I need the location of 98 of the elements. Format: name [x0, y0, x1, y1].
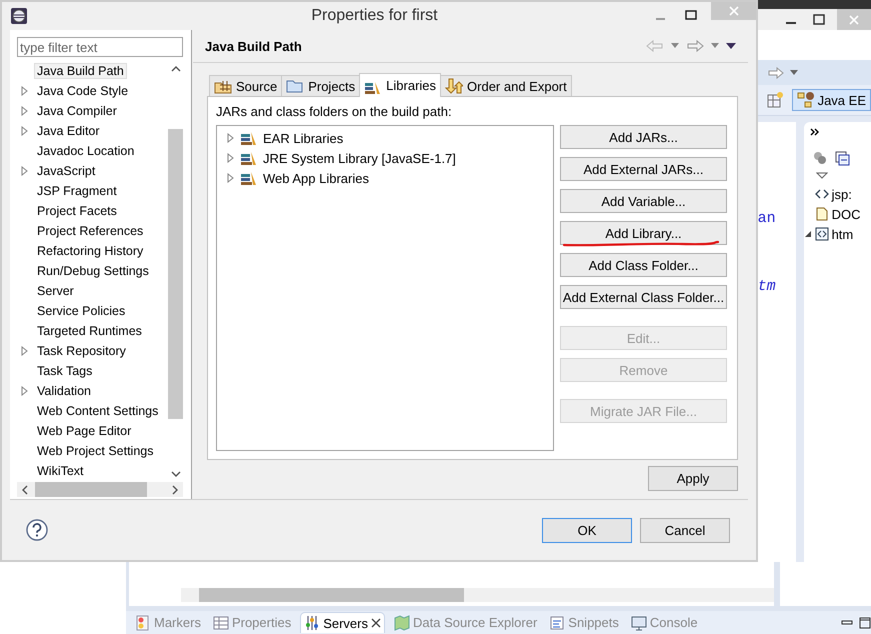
view-icon [394, 614, 410, 630]
view-tab[interactable]: Servers [300, 612, 385, 633]
tree-item[interactable]: Run/Debug Settings [34, 263, 152, 279]
tree-item[interactable]: Targeted Runtimes [34, 323, 145, 339]
tree-item[interactable]: Java Compiler [34, 103, 120, 119]
filter-icon[interactable] [812, 150, 828, 166]
scroll-up-icon[interactable] [170, 65, 180, 73]
tab-icon [286, 78, 304, 94]
action-button[interactable]: Add Variable... [560, 189, 727, 213]
action-button[interactable]: Add JARs... [560, 125, 727, 149]
expand-icon[interactable] [21, 106, 29, 116]
tree-item[interactable]: Java Build Path [34, 63, 127, 79]
scroll-down-icon[interactable] [170, 470, 180, 478]
action-button[interactable]: Add External Class Folder... [560, 285, 727, 309]
library-item[interactable]: EAR Libraries [263, 130, 344, 146]
tree-item[interactable]: JSP Fragment [34, 183, 120, 199]
menu-icon[interactable] [726, 42, 736, 50]
outline-label: jsp: [832, 186, 852, 202]
element-icon [814, 227, 829, 241]
tree-item[interactable]: Service Policies [34, 303, 128, 319]
ok-button[interactable]: OK [542, 518, 632, 542]
tree-item[interactable]: Web Project Settings [34, 443, 156, 459]
expand-icon[interactable] [21, 86, 29, 96]
dropdown-icon[interactable] [711, 43, 719, 49]
tree-item[interactable]: Refactoring History [34, 243, 146, 259]
document-icon [814, 207, 829, 221]
filter-field[interactable]: type filter text [17, 37, 183, 57]
apply-button[interactable]: Apply [648, 466, 738, 491]
horizontal-scrollbar[interactable] [181, 588, 774, 602]
maximize-icon[interactable] [859, 616, 871, 628]
view-menu-icon[interactable] [816, 172, 828, 180]
tree-item[interactable]: Web Content Settings [34, 403, 162, 419]
scroll-right-icon[interactable] [171, 484, 179, 494]
expand-icon[interactable] [21, 126, 29, 136]
library-icon [240, 131, 258, 145]
maximize-icon[interactable] [813, 14, 825, 26]
view-icon [549, 614, 566, 630]
action-button[interactable]: Add External JARs... [560, 157, 727, 181]
tree-item[interactable]: JavaScript [34, 163, 98, 179]
library-icon [240, 151, 258, 165]
collapse-all-icon[interactable] [834, 150, 850, 166]
scroll-left-icon[interactable] [21, 484, 29, 494]
outline-item[interactable]: htm [804, 224, 871, 244]
tree-item[interactable]: Project Facets [34, 203, 120, 219]
cancel-button[interactable]: Cancel [640, 518, 730, 542]
forward-icon[interactable] [686, 39, 704, 53]
maximize-icon[interactable] [685, 10, 697, 22]
tree-item[interactable]: Server [34, 283, 77, 299]
outline-label: htm [832, 226, 854, 242]
perspective-button[interactable]: Java EE [792, 89, 871, 111]
expand-icon[interactable] [21, 166, 29, 176]
library-item[interactable]: JRE System Library [JavaSE-1.7] [263, 150, 456, 166]
code-text: tm [758, 278, 776, 295]
tree-item[interactable]: Java Code Style [34, 83, 132, 99]
horizontal-scrollbar[interactable] [17, 482, 183, 497]
action-button[interactable]: Add Class Folder... [560, 253, 727, 277]
tag-icon [814, 188, 829, 200]
tree-item[interactable]: Validation [34, 383, 94, 399]
action-button[interactable]: Add Library... [560, 221, 727, 245]
tab[interactable]: Source [209, 75, 282, 96]
eclipse-icon [10, 7, 28, 25]
open-perspective-icon[interactable] [766, 91, 784, 109]
view-icon [212, 614, 229, 630]
page-title: Java Build Path [205, 38, 303, 54]
tab[interactable]: Libraries [359, 73, 442, 97]
tab-icon [445, 78, 464, 94]
help-icon[interactable] [26, 519, 48, 541]
library-icon [240, 171, 258, 185]
tab[interactable]: Order and Export [440, 75, 572, 96]
tree-item[interactable]: Javadoc Location [34, 143, 138, 159]
tree-item[interactable]: Web Page Editor [34, 423, 134, 439]
view-icon [630, 614, 647, 630]
forward-arrow-icon[interactable] [768, 66, 784, 78]
outline-item[interactable]: jsp: [804, 184, 871, 204]
expand-icon[interactable] [21, 346, 29, 356]
expand-icon[interactable] [21, 386, 29, 396]
tree-item[interactable]: WikiText [34, 463, 87, 479]
tree-item[interactable]: Task Tags [34, 363, 96, 379]
view-icon [135, 614, 151, 630]
description-text: JARs and class folders on the build path: [216, 104, 453, 119]
tree-item[interactable]: Project References [34, 223, 146, 239]
tab-icon [214, 78, 232, 94]
dropdown-icon[interactable] [790, 70, 798, 76]
view-icon [304, 615, 320, 631]
code-text: an [758, 210, 776, 227]
tree-item[interactable]: Java Editor [34, 123, 103, 139]
dropdown-icon[interactable] [671, 43, 679, 49]
window-title: Properties for first [310, 7, 439, 25]
outline-label: DOC [832, 206, 860, 222]
perspective-icon [796, 91, 815, 109]
expanded-icon[interactable] [804, 230, 812, 238]
outline-item[interactable]: DOC [804, 204, 871, 224]
close-icon[interactable] [371, 618, 381, 628]
close-icon [728, 5, 740, 17]
close-icon [848, 14, 860, 26]
tab[interactable]: Projects [281, 75, 360, 96]
tree-item[interactable]: Task Repository [34, 343, 129, 359]
library-item[interactable]: Web App Libraries [263, 170, 369, 186]
